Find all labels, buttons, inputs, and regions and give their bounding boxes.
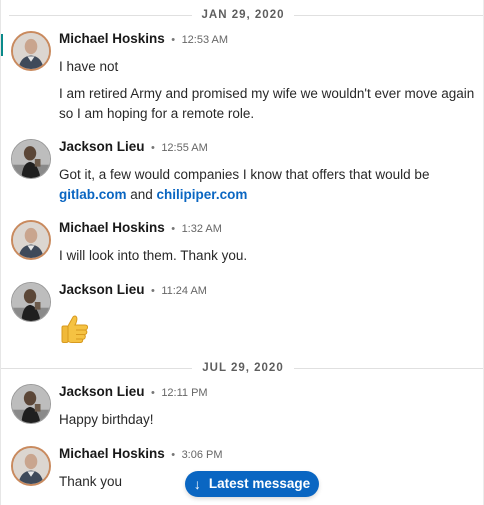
message-body: I will look into them. Thank you. [59,246,477,266]
message-group: Jackson Lieu • 12:55 AM Got it, a few wo… [11,139,481,205]
avatar-image [13,448,49,484]
message-text: and [126,187,157,202]
avatar[interactable] [11,282,51,322]
avatar-image [12,385,50,423]
avatar[interactable] [11,139,51,179]
message-time: 3:06 PM [181,449,223,461]
message-thread: JAN 29, 2020 Michael Hoskins • 12:53 AM … [0,0,484,505]
message-group: Jackson Lieu • 11:24 AM [11,282,481,346]
link-gitlab[interactable]: gitlab.com [59,187,127,202]
message-group: Michael Hoskins • 1:32 AM I will look in… [11,220,481,268]
message-time: 12:55 AM [161,142,208,154]
latest-message-button[interactable]: ↓ Latest message [185,471,319,497]
message-time: 12:53 AM [181,34,229,46]
latest-message-label: Latest message [208,476,311,491]
date-divider: JUL 29, 2020 [1,361,484,375]
message-body: I have not I am retired Army and promise… [59,57,477,124]
message-meta: Jackson Lieu • 11:24 AM [59,282,207,297]
message-body: Happy birthday! [59,410,477,430]
message-text: I have not [59,59,119,74]
sender-name[interactable]: Michael Hoskins [59,220,165,235]
message-group: Jackson Lieu • 12:11 PM Happy birthday! [11,384,481,432]
sender-name[interactable]: Jackson Lieu [59,139,145,154]
avatar[interactable] [11,446,51,486]
message-text: Happy birthday! [59,412,154,427]
avatar[interactable] [11,384,51,424]
avatar[interactable] [11,220,51,260]
message-meta: Michael Hoskins • 12:53 AM [59,31,229,46]
active-edge-marker [1,34,3,56]
message-text: Got it, a few would companies I know tha… [59,167,430,182]
avatar-image [12,140,50,178]
message-text: I will look into them. Thank you. [59,248,248,263]
thumbs-up-icon [59,312,91,344]
date-divider-label: JAN 29, 2020 [191,9,295,21]
message-body: Got it, a few would companies I know tha… [59,165,477,205]
message-text: I am retired Army and promised my wife w… [59,86,475,121]
date-divider: JAN 29, 2020 [1,8,484,22]
message-time: 11:24 AM [161,285,207,297]
sender-name[interactable]: Jackson Lieu [59,282,145,297]
message-group: Michael Hoskins • 12:53 AM I have not I … [11,31,481,123]
avatar-image [12,283,50,321]
date-divider-label: JUL 29, 2020 [192,362,294,374]
arrow-down-icon: ↓ [193,476,201,492]
avatar-image [13,33,49,69]
link-chilipiper[interactable]: chilipiper.com [157,187,248,202]
message-meta: Michael Hoskins • 1:32 AM [59,220,222,235]
message-meta: Jackson Lieu • 12:11 PM [59,384,208,399]
message-meta: Michael Hoskins • 3:06 PM [59,446,223,461]
sender-name[interactable]: Michael Hoskins [59,446,165,461]
message-meta: Jackson Lieu • 12:55 AM [59,139,208,154]
sender-name[interactable]: Michael Hoskins [59,31,165,46]
sender-name[interactable]: Jackson Lieu [59,384,145,399]
message-time: 1:32 AM [181,223,222,235]
message-time: 12:11 PM [161,387,208,399]
avatar-image [13,222,49,258]
avatar[interactable] [11,31,51,71]
